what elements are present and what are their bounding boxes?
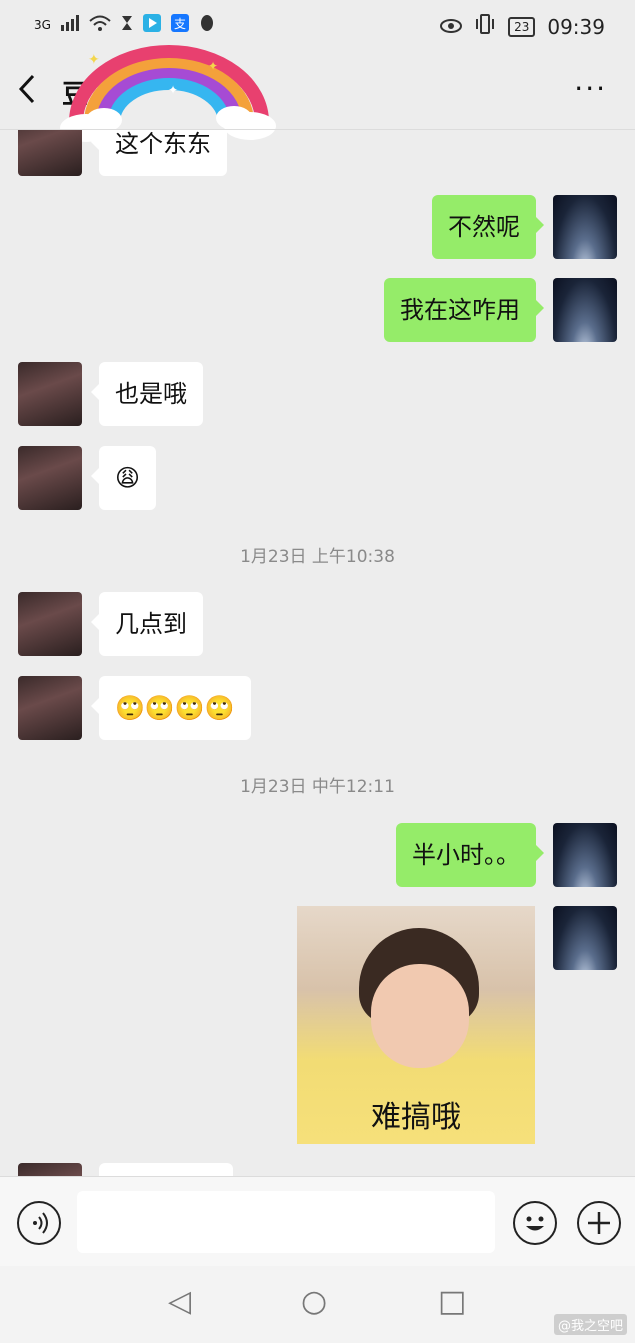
voice-icon[interactable] bbox=[17, 1201, 61, 1245]
friend-avatar[interactable] bbox=[18, 592, 82, 656]
message-bubble-partial[interactable] bbox=[99, 1163, 233, 1176]
nav-home-icon[interactable]: ○ bbox=[301, 1284, 327, 1319]
sticker-image[interactable]: 难搞哦 bbox=[297, 906, 535, 1144]
friend-avatar[interactable] bbox=[18, 1163, 82, 1176]
my-avatar[interactable] bbox=[553, 278, 617, 342]
plus-icon[interactable] bbox=[577, 1201, 621, 1245]
nav-back-icon[interactable]: ◁ bbox=[168, 1284, 191, 1319]
play-store-icon bbox=[142, 14, 161, 35]
message-list[interactable]: 这个东东 不然呢 我在这咋用 也是哦 😩 1月23日 上午10:38 几点到 🙄… bbox=[0, 130, 635, 1176]
message-input[interactable] bbox=[77, 1191, 495, 1253]
back-arrow-icon[interactable] bbox=[18, 74, 36, 110]
svg-text:支: 支 bbox=[174, 17, 186, 31]
clock: 09:39 bbox=[547, 14, 605, 39]
friend-avatar[interactable] bbox=[18, 446, 82, 510]
friend-avatar[interactable] bbox=[18, 130, 82, 176]
message-bubble[interactable]: 这个东东 bbox=[91, 130, 227, 176]
system-nav-bar: ◁ ○ □ @我之空吧 bbox=[0, 1266, 635, 1343]
message-bubble[interactable]: 不然呢 bbox=[432, 195, 544, 259]
svg-text:✦: ✦ bbox=[168, 83, 178, 97]
watermark: @我之空吧 bbox=[553, 1314, 627, 1335]
timestamp: 1月23日 中午12:11 bbox=[240, 777, 395, 797]
my-avatar[interactable] bbox=[553, 906, 617, 970]
alipay-icon: 支 bbox=[170, 14, 189, 35]
battery-indicator: 23 bbox=[508, 16, 536, 37]
emoji-message[interactable]: 🙄🙄🙄🙄 bbox=[91, 676, 251, 740]
wifi-icon bbox=[89, 15, 111, 34]
friend-avatar[interactable] bbox=[18, 676, 82, 740]
message-bubble[interactable]: 几点到 bbox=[91, 592, 203, 656]
nav-recent-icon[interactable]: □ bbox=[438, 1284, 466, 1319]
message-bubble[interactable]: 半小时。。 bbox=[396, 823, 544, 887]
hourglass-icon bbox=[121, 15, 133, 34]
more-options-button[interactable]: ··· bbox=[574, 72, 607, 105]
vibrate-icon bbox=[474, 14, 496, 39]
svg-text:✦: ✦ bbox=[88, 52, 100, 68]
my-avatar[interactable] bbox=[553, 195, 617, 259]
my-avatar[interactable] bbox=[553, 823, 617, 887]
emoji-icon[interactable] bbox=[513, 1201, 557, 1245]
timestamp: 1月23日 上午10:38 bbox=[240, 547, 395, 567]
svg-text:✦: ✦ bbox=[208, 59, 218, 73]
network-type: 3G bbox=[34, 17, 51, 32]
signal-icon bbox=[60, 15, 79, 34]
sticker-caption: 难搞哦 bbox=[371, 1100, 461, 1135]
emoji-message[interactable]: 😩 bbox=[90, 446, 157, 510]
qq-icon bbox=[199, 14, 215, 35]
message-bubble[interactable]: 也是哦 bbox=[91, 362, 203, 426]
message-bubble[interactable]: 我在这咋用 bbox=[384, 278, 544, 342]
input-bar bbox=[0, 1176, 635, 1267]
eye-icon bbox=[440, 15, 463, 39]
friend-avatar[interactable] bbox=[18, 362, 82, 426]
